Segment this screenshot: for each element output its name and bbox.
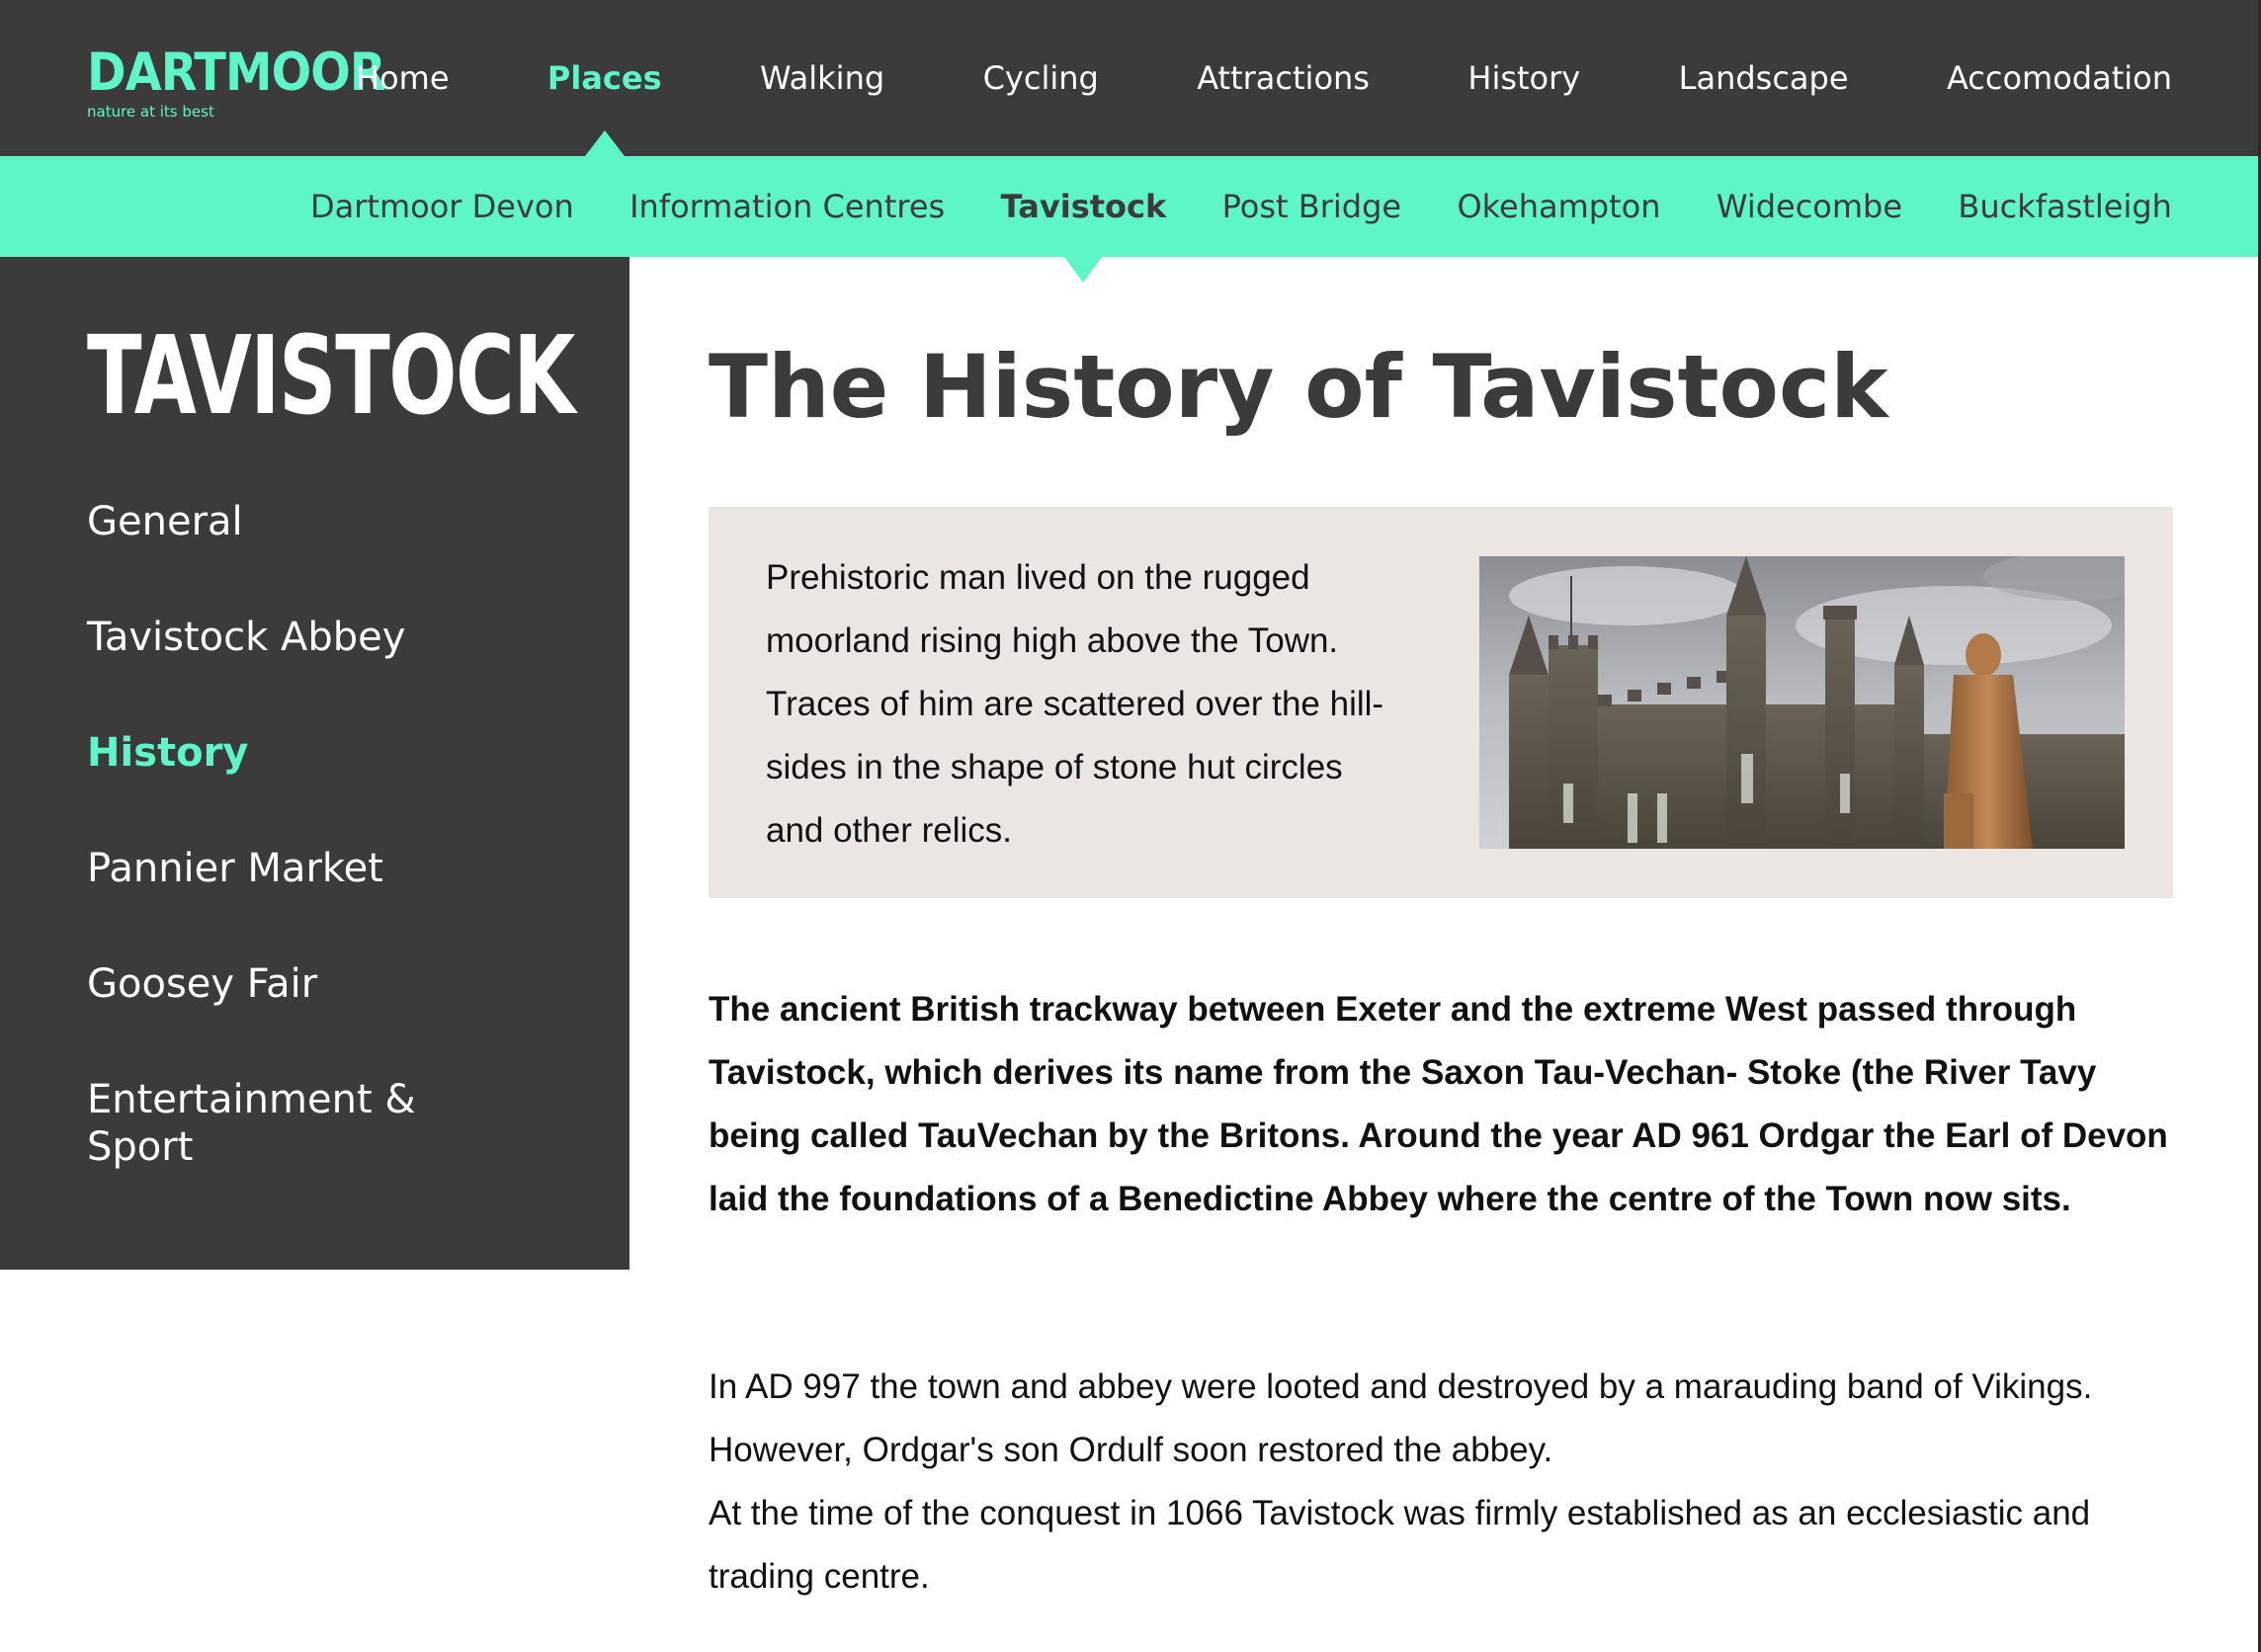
main-nav-accomodation[interactable]: Accomodation (1947, 0, 2172, 156)
main-nav-attractions[interactable]: Attractions (1197, 0, 1370, 156)
sidebar-item-pannier-market[interactable]: Pannier Market (87, 845, 581, 892)
top-navigation: DARTMOOR nature at its best Home Places … (0, 0, 2261, 156)
lead-paragraph: The ancient British trackway between Exe… (709, 990, 2168, 1218)
sub-nav-okehampton[interactable]: Okehampton (1457, 156, 1660, 257)
sub-nav-dartmoor-devon[interactable]: Dartmoor Devon (310, 156, 574, 257)
body-paragraph-conquest: At the time of the conquest in 1066 Tavi… (709, 1494, 2091, 1596)
sub-navigation: Dartmoor Devon Information Centres Tavis… (0, 156, 2261, 283)
logo-tagline: nature at its best (87, 103, 214, 121)
sidebar-item-general[interactable]: General (87, 498, 581, 545)
sidebar-item-history[interactable]: History (87, 729, 581, 777)
page: DARTMOOR nature at its best Home Places … (0, 0, 2261, 1652)
sub-nav-list: Dartmoor Devon Information Centres Tavis… (310, 156, 2172, 283)
sub-nav-widecombe[interactable]: Widecombe (1717, 156, 1902, 257)
body-paragraph-vikings: In AD 997 the town and abbey were looted… (709, 1367, 2093, 1469)
sidebar-item-entertainment-sport[interactable]: Entertainment & Sport (87, 1076, 462, 1171)
sub-nav-information-centres[interactable]: Information Centres (629, 156, 945, 257)
main-nav: Home Places Walking Cycling Attractions … (356, 0, 2172, 156)
intro-text: Prehistoric man lived on the rugged moor… (766, 558, 1384, 850)
logo-wordmark: DARTMOOR (87, 42, 386, 103)
sub-nav-post-bridge[interactable]: Post Bridge (1222, 156, 1401, 257)
dartmoor-logo[interactable]: DARTMOOR nature at its best (87, 42, 386, 122)
sub-nav-buckfastleigh[interactable]: Buckfastleigh (1958, 156, 2172, 257)
page-title: The History of Tavistock (709, 336, 1888, 438)
main-nav-home[interactable]: Home (356, 0, 450, 156)
intro-box: Prehistoric man lived on the rugged moor… (709, 507, 2173, 898)
main-nav-cycling[interactable]: Cycling (983, 0, 1099, 156)
sidebar-title: TAVISTOCK (87, 312, 575, 439)
main-nav-places[interactable]: Places (547, 0, 662, 156)
body-copy: In AD 997 the town and abbey were looted… (709, 1356, 2173, 1609)
tavistock-building-photo (1479, 556, 2125, 849)
main-nav-landscape[interactable]: Landscape (1679, 0, 1849, 156)
main-nav-walking[interactable]: Walking (760, 0, 884, 156)
sub-nav-tavistock[interactable]: Tavistock (1001, 156, 1166, 283)
sidebar: TAVISTOCK General Tavistock Abbey Histor… (0, 257, 629, 1270)
main-nav-history[interactable]: History (1467, 0, 1580, 156)
sidebar-item-tavistock-abbey[interactable]: Tavistock Abbey (87, 614, 581, 661)
sidebar-menu: General Tavistock Abbey History Pannier … (87, 498, 581, 1239)
sidebar-item-goosey-fair[interactable]: Goosey Fair (87, 960, 581, 1008)
